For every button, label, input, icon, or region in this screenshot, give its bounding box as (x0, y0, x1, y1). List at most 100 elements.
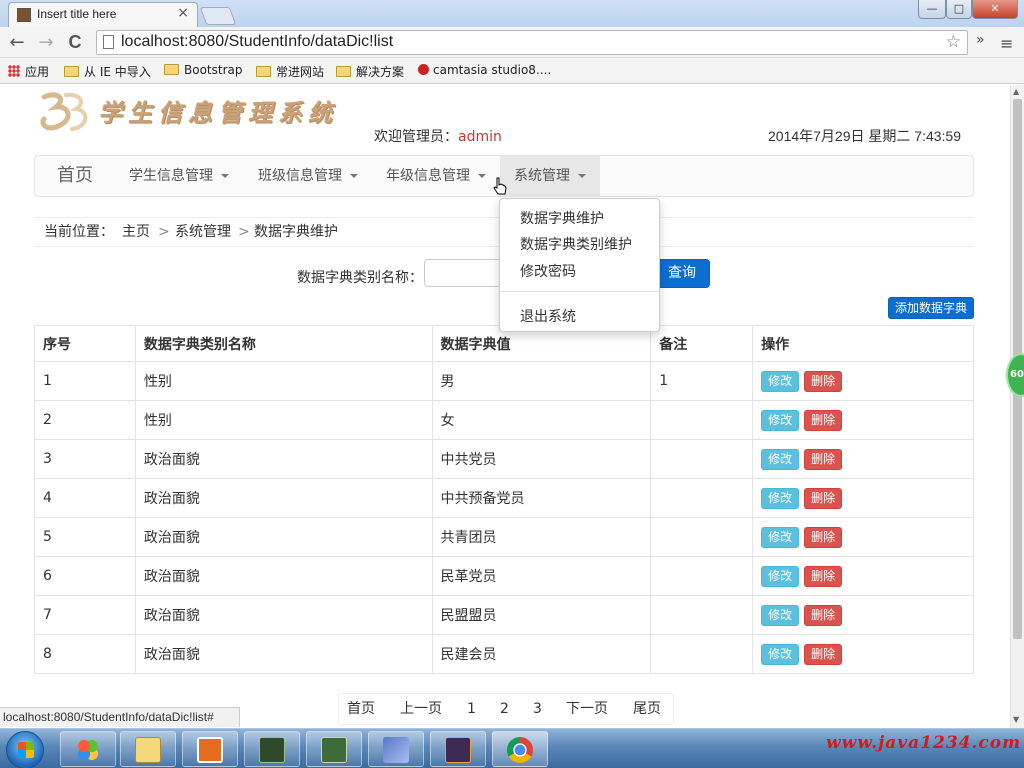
file-explorer-icon (135, 737, 161, 763)
taskbar-app-5[interactable] (306, 731, 362, 767)
delete-button[interactable]: 删除 (804, 370, 843, 392)
page-2[interactable]: 2 (500, 694, 509, 724)
cell-value: 女 (431, 400, 652, 440)
cell-category: 性别 (134, 361, 433, 401)
taskbar-app-1[interactable] (60, 731, 116, 767)
delete-button[interactable]: 删除 (804, 526, 843, 548)
watermark-text: www.java1234.com (826, 733, 1022, 753)
delete-button[interactable]: 删除 (804, 643, 843, 665)
edit-button[interactable]: 修改 (761, 565, 800, 587)
edit-button[interactable]: 修改 (761, 409, 800, 431)
cell-actions: 修改 删除 (752, 634, 974, 674)
windows-logo-icon (18, 742, 34, 758)
table-row: 1 性别男 1 修改 删除 (34, 361, 974, 401)
tab-close-icon[interactable]: × (177, 5, 189, 21)
nav-class-info[interactable]: 班级信息管理 (258, 156, 358, 196)
caret-down-icon (221, 174, 229, 178)
edit-button[interactable]: 修改 (761, 448, 800, 470)
delete-button[interactable]: 删除 (804, 448, 843, 470)
cell-actions: 修改 删除 (752, 556, 974, 596)
extensions-overflow-icon[interactable]: » (976, 32, 985, 48)
edit-button[interactable]: 修改 (761, 604, 800, 626)
edit-button[interactable]: 修改 (761, 526, 800, 548)
forward-icon[interactable]: → (35, 32, 57, 53)
cell-actions: 修改 删除 (752, 517, 974, 557)
start-button[interactable] (6, 731, 44, 768)
presentation-app-icon (197, 737, 223, 763)
bookmark-frequent-sites[interactable]: 常进网站 (256, 63, 324, 80)
page-prev[interactable]: 上一页 (400, 694, 442, 724)
cell-actions: 修改 删除 (752, 361, 974, 401)
menu-item-logout[interactable]: 退出系统 (520, 306, 576, 326)
taskbar-app-6[interactable] (368, 731, 424, 767)
delete-button[interactable]: 删除 (804, 604, 843, 626)
scroll-up-icon[interactable]: ▲ (1013, 87, 1019, 96)
taskbar-app-7[interactable] (430, 731, 486, 767)
bookmark-solutions[interactable]: 解决方案 (336, 63, 404, 80)
table-row: 8 政治面貌 民建会员 修改 删除 (34, 634, 974, 674)
maximize-button[interactable]: □ (946, 0, 972, 19)
cell-id: 6 (34, 556, 136, 596)
edit-button[interactable]: 修改 (761, 487, 800, 509)
bookmark-apps[interactable]: 应用 (8, 63, 49, 80)
nav-grade-info[interactable]: 年级信息管理 (386, 156, 486, 196)
delete-button[interactable]: 删除 (804, 565, 843, 587)
menu-item-dictionary-category[interactable]: 数据字典类别维护 (520, 234, 632, 254)
close-window-button[interactable]: ✕ (972, 0, 1018, 19)
page-scrollbar[interactable]: ▲ ▼ (1010, 85, 1024, 728)
breadcrumb-home[interactable]: 主页 (122, 218, 150, 246)
cell-remark (650, 517, 754, 557)
screen-recorder-icon (259, 737, 285, 763)
table-row: 4 政治面貌 中共预备党员 修改 删除 (34, 478, 974, 518)
reload-icon[interactable]: C (64, 32, 86, 53)
edit-button[interactable]: 修改 (761, 370, 800, 392)
caret-down-icon (350, 174, 358, 178)
page-3[interactable]: 3 (533, 694, 542, 724)
browser-tab[interactable]: Insert title here × (8, 2, 198, 27)
cell-category: 政治面貌 (134, 439, 433, 479)
cell-id: 7 (34, 595, 136, 635)
header-id: 序号 (34, 325, 136, 362)
taskbar-app-4[interactable] (244, 731, 300, 767)
address-bar[interactable]: localhost:8080/StudentInfo/dataDic!list … (96, 30, 968, 55)
bookmark-bootstrap[interactable]: Bootstrap (164, 63, 242, 77)
nav-home[interactable]: 首页 (57, 156, 93, 196)
cell-remark (650, 478, 754, 518)
nav-student-info[interactable]: 学生信息管理 (129, 156, 229, 196)
bookmark-camtasia[interactable]: camtasia studio8.... (418, 63, 551, 77)
menu-item-data-dictionary[interactable]: 数据字典维护 (520, 208, 604, 228)
minimize-button[interactable]: — (918, 0, 946, 19)
back-icon[interactable]: ← (6, 32, 28, 53)
menu-item-change-password[interactable]: 修改密码 (520, 261, 576, 281)
taskbar-app-2[interactable] (120, 731, 176, 767)
page-next[interactable]: 下一页 (566, 694, 608, 724)
bookmark-star-icon[interactable]: ☆ (946, 32, 961, 52)
bookmark-ie-import[interactable]: 从 IE 中导入 (64, 63, 151, 80)
delete-button[interactable]: 删除 (804, 487, 843, 509)
add-data-dictionary-button[interactable]: 添加数据字典 (888, 297, 974, 319)
breadcrumb-separator: > (238, 224, 250, 240)
camtasia-app-icon (321, 737, 347, 763)
taskbar-app-chrome[interactable] (492, 731, 548, 767)
scroll-down-icon[interactable]: ▼ (1013, 715, 1019, 724)
nav-system-management[interactable]: 系统管理 (500, 156, 600, 196)
taskbar-app-3[interactable] (182, 731, 238, 767)
cell-remark (650, 556, 754, 596)
cell-remark (650, 400, 754, 440)
page-first[interactable]: 首页 (347, 694, 375, 724)
browser-menu-icon[interactable]: ≡ (1000, 34, 1013, 53)
edit-button[interactable]: 修改 (761, 643, 800, 665)
breadcrumb-system[interactable]: 系统管理 (175, 218, 231, 246)
delete-button[interactable]: 删除 (804, 409, 843, 431)
new-tab-button[interactable] (199, 7, 237, 25)
header-remark: 备注 (650, 325, 754, 362)
cell-id: 8 (34, 634, 136, 674)
page-last[interactable]: 尾页 (633, 694, 661, 724)
folder-icon (64, 66, 79, 77)
search-button[interactable]: 查询 (656, 259, 710, 288)
camtasia-icon (418, 64, 429, 75)
cell-id: 1 (34, 361, 136, 401)
cell-category: 政治面貌 (134, 556, 433, 596)
page-1[interactable]: 1 (467, 694, 476, 724)
cell-value: 中共预备党员 (431, 478, 652, 518)
